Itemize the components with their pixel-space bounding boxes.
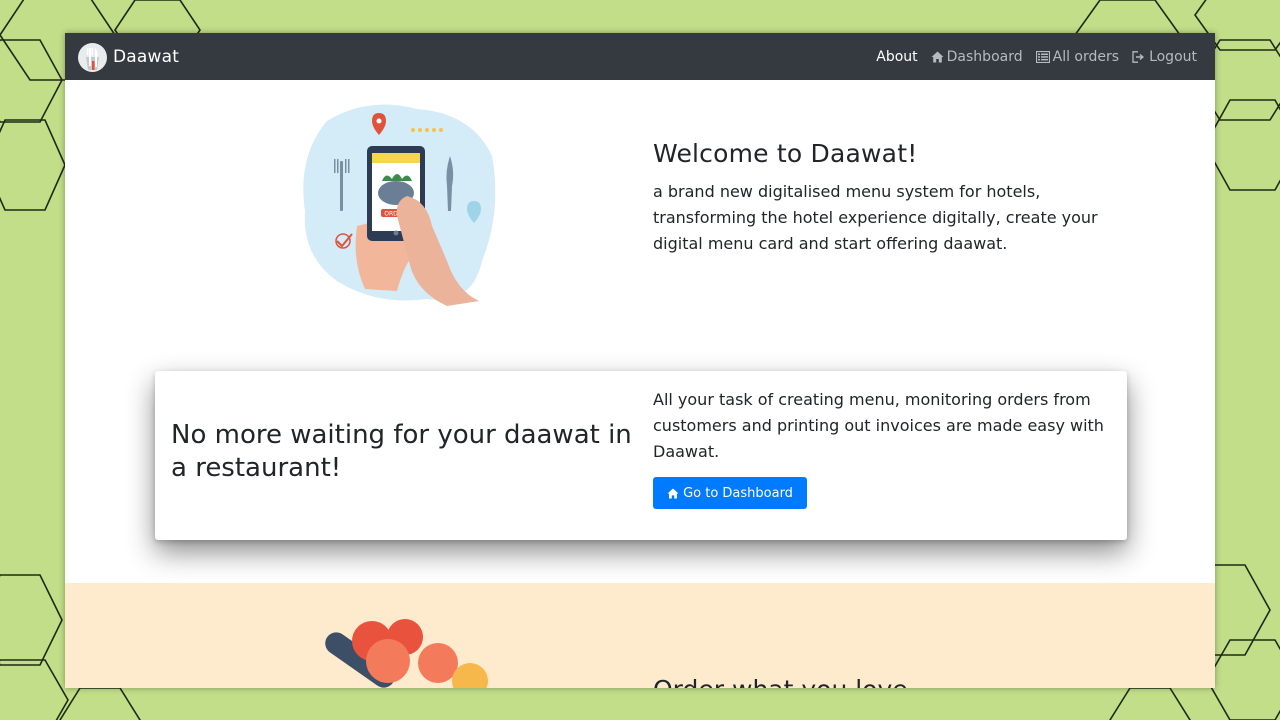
welcome-title: Welcome to Daawat! [653, 139, 918, 168]
nav-link-logout[interactable]: Logout [1132, 49, 1197, 65]
hearts-illustration [325, 619, 488, 688]
nav-link-dashboard-label: Dashboard [946, 48, 1023, 65]
nav-link-logout-label: Logout [1149, 48, 1197, 65]
list-icon [1035, 50, 1050, 63]
navbar: Daawat About Dashboard All orders Logout [65, 33, 1215, 80]
nav-link-about[interactable]: About [876, 49, 917, 65]
nav-link-dashboard[interactable]: Dashboard [931, 49, 1023, 65]
logout-icon [1132, 50, 1144, 63]
brand-name: Daawat [113, 47, 180, 67]
brand-logo [78, 42, 107, 72]
card-text: All your task of creating menu, monitori… [653, 390, 1104, 461]
nav-link-about-label: About [876, 48, 918, 65]
fork-knife-logo-icon [78, 43, 107, 71]
card-heading: No more waiting for your daawat in a res… [171, 420, 632, 483]
feature-card: No more waiting for your daawat in a res… [155, 371, 1127, 540]
nav-links: About Dashboard All orders Logout [863, 33, 1197, 80]
phone-order-illustration: ORDER [303, 104, 496, 306]
order-section-title: Order what you love [653, 675, 908, 688]
nav-link-all-orders-label: All orders [1052, 48, 1120, 65]
brand-link[interactable]: Daawat [78, 42, 179, 72]
home-icon [931, 51, 944, 62]
home-icon [667, 487, 679, 499]
welcome-description: a brand new digitalised menu system for … [653, 182, 1098, 253]
browser-page: Daawat About Dashboard All orders Logout… [65, 33, 1215, 688]
go-to-dashboard-label: Go to Dashboard [683, 485, 793, 501]
go-to-dashboard-button[interactable]: Go to Dashboard [653, 477, 807, 509]
order-section: Order what you love [65, 583, 1215, 688]
nav-link-all-orders[interactable]: All orders [1035, 48, 1120, 65]
